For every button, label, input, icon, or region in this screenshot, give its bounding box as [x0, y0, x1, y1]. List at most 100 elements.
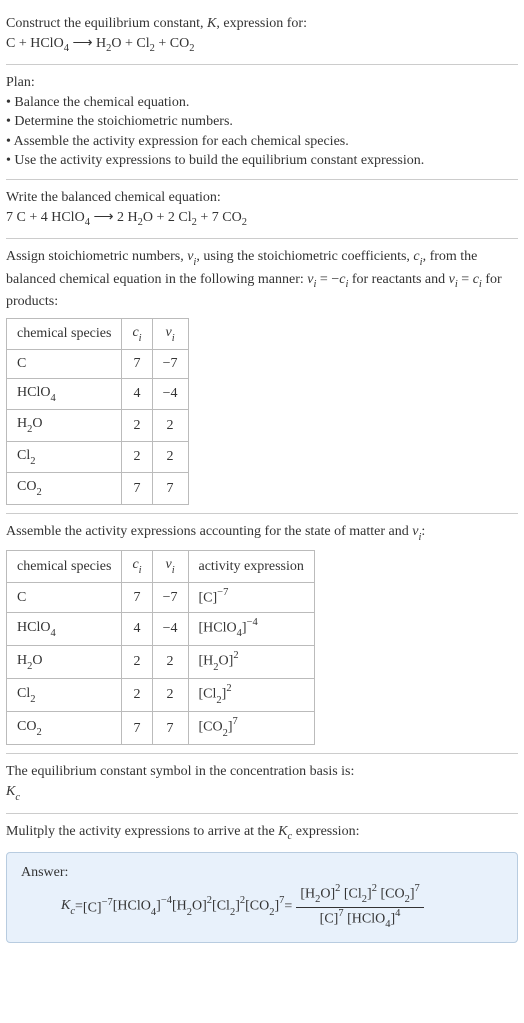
nu-symbol: ν — [449, 272, 455, 287]
k-symbol: K — [61, 898, 70, 913]
stoich-paragraph: Assign stoichiometric numbers, νi, using… — [6, 247, 518, 312]
sub: 4 — [151, 907, 156, 918]
k-symbol: K — [207, 16, 216, 31]
c-symbol: c — [473, 272, 479, 287]
cell-ci: 4 — [122, 612, 152, 645]
text: [C] — [199, 590, 218, 605]
text: H — [96, 36, 106, 51]
symbol-text: The equilibrium constant symbol in the c… — [6, 762, 518, 782]
sub: 4 — [237, 628, 242, 639]
text: Construct the equilibrium constant, — [6, 16, 207, 31]
text: [HClO — [113, 899, 151, 914]
cell-nui: −4 — [152, 612, 188, 645]
c-symbol: c — [413, 249, 419, 264]
symbol-section: The equilibrium constant symbol in the c… — [6, 754, 518, 813]
cell-species: C — [7, 582, 122, 612]
c-symbol: c — [132, 325, 138, 340]
cell-species: HClO4 — [7, 378, 122, 409]
sub: 2 — [242, 217, 247, 228]
cell-ci: 7 — [122, 350, 152, 379]
text: for reactants and — [348, 272, 448, 287]
k-symbol: K — [278, 824, 287, 839]
sup: 2 — [233, 650, 238, 661]
sub: 2 — [138, 217, 143, 228]
table-row: H2O 2 2 — [7, 410, 189, 441]
col-species: chemical species — [7, 318, 122, 349]
cell-species: Cl2 — [7, 441, 122, 472]
kc: Kc — [61, 896, 75, 918]
intro-section: Construct the equilibrium constant, K, e… — [6, 6, 518, 65]
fraction-denominator: [C]7 [HClO4]4 — [296, 908, 423, 932]
sub: 4 — [385, 919, 390, 930]
sub: i — [345, 279, 348, 290]
sup: 2 — [226, 683, 231, 694]
answer-box: Answer: Kc = [C]−7 [HClO4]−4 [H2O]2 [Cl2… — [6, 852, 518, 943]
text: [HClO — [347, 911, 385, 926]
plan-section: Plan: • Balance the chemical equation. •… — [6, 65, 518, 180]
plan-title: Plan: — [6, 73, 518, 93]
text: O — [32, 653, 42, 668]
intro-equation: C + HClO4 ⟶ H2O + Cl2 + CO2 — [6, 34, 518, 56]
sub: 2 — [315, 894, 320, 905]
cell-ci: 2 — [122, 441, 152, 472]
sub: 4 — [85, 217, 90, 228]
sub: 2 — [362, 894, 367, 905]
term: [CO2]7 — [245, 895, 284, 919]
intro-line1: Construct the equilibrium constant, K, e… — [6, 14, 518, 34]
text: H — [17, 416, 27, 431]
cell-species: C — [7, 350, 122, 379]
cell-activity: [Cl2]2 — [188, 679, 314, 712]
sub: i — [314, 279, 317, 290]
term: [HClO4]−4 — [113, 895, 172, 919]
arrow-icon: ⟶ — [69, 36, 96, 51]
sub: i — [139, 565, 142, 576]
text: [C] — [83, 900, 102, 915]
arrow-icon: ⟶ — [90, 210, 117, 225]
cell-nui: 2 — [152, 441, 188, 472]
sup: 2 — [335, 883, 340, 894]
sup: 4 — [395, 908, 400, 919]
cell-nui: 2 — [152, 679, 188, 712]
sup: 7 — [414, 883, 419, 894]
k-symbol: K — [6, 784, 15, 799]
cell-nui: 2 — [152, 410, 188, 441]
sup: 2 — [240, 895, 245, 906]
sub: 2 — [27, 424, 32, 435]
cell-nui: 7 — [152, 473, 188, 504]
multiply-section: Mulitply the activity expressions to arr… — [6, 814, 518, 943]
cell-activity: [CO2]7 — [188, 712, 314, 745]
text: = − — [316, 272, 339, 287]
text: [HClO — [199, 621, 237, 636]
text: [CO — [199, 720, 223, 735]
equals: = — [75, 897, 83, 917]
plan-bullet: • Balance the chemical equation. — [6, 93, 518, 113]
sup: 2 — [207, 895, 212, 906]
nu-symbol: ν — [307, 272, 313, 287]
text: 7 C + 4 HClO — [6, 210, 85, 225]
text: ] — [242, 621, 247, 636]
cell-species: CO2 — [7, 473, 122, 504]
balanced-title: Write the balanced chemical equation: — [6, 188, 518, 208]
col-activity: activity expression — [188, 551, 314, 582]
col-species: chemical species — [7, 551, 122, 582]
text: CO — [17, 479, 36, 494]
sub: 2 — [36, 727, 41, 738]
text: Assemble the activity expressions accoun… — [6, 524, 412, 539]
plan-bullet: • Determine the stoichiometric numbers. — [6, 112, 518, 132]
sub: i — [193, 257, 196, 268]
table-row: H2O 2 2 [H2O]2 — [7, 646, 315, 679]
cell-ci: 2 — [122, 646, 152, 679]
equals: = — [284, 897, 292, 917]
table-header-row: chemical species ci νi — [7, 318, 189, 349]
sup: −4 — [247, 617, 258, 628]
sub: 4 — [64, 43, 69, 54]
stoich-table: chemical species ci νi C 7 −7 HClO4 4 −4… — [6, 318, 189, 505]
sub: 2 — [230, 907, 235, 918]
text: + 7 CO — [197, 210, 242, 225]
text: [Cl — [212, 899, 230, 914]
cell-ci: 7 — [122, 473, 152, 504]
balanced-equation: 7 C + 4 HClO4 ⟶ 2 H2O + 2 Cl2 + 7 CO2 — [6, 208, 518, 230]
fraction: [H2O]2 [Cl2]2 [CO2]7 [C]7 [HClO4]4 — [296, 883, 423, 932]
cell-species: H2O — [7, 410, 122, 441]
sub: 2 — [150, 43, 155, 54]
